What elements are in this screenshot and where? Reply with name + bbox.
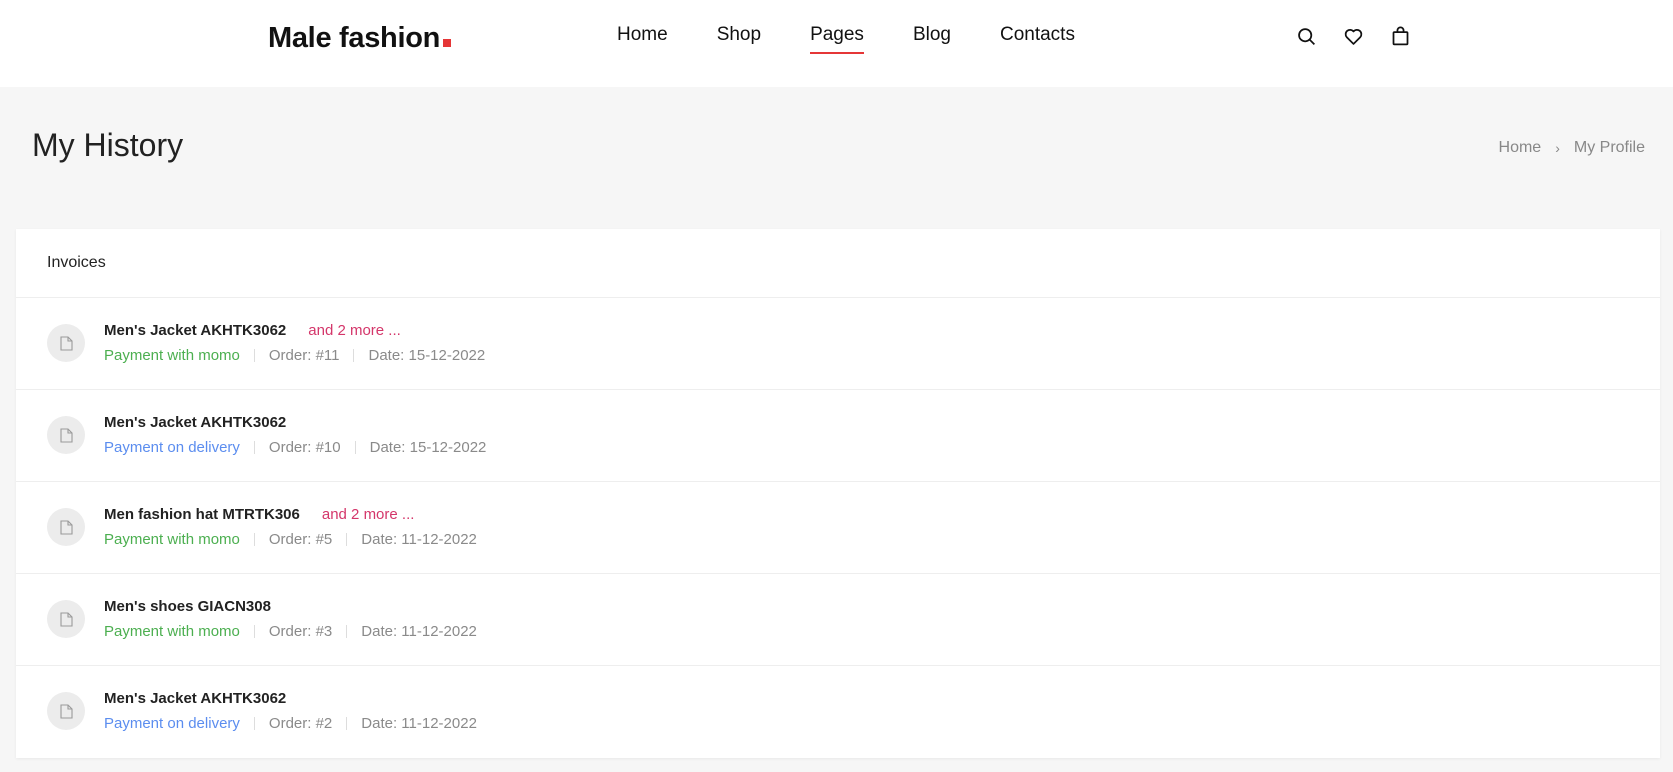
logo-dot (443, 39, 452, 47)
meta-divider (253, 441, 255, 454)
nav-contacts[interactable]: Contacts (1000, 24, 1075, 54)
nav-blog[interactable]: Blog (913, 24, 951, 54)
invoices-card: Invoices Men's Jacket AKHTK3062 and 2 mor… (16, 229, 1660, 758)
heart-icon[interactable] (1343, 26, 1364, 47)
invoice-title: Men's Jacket AKHTK3062 (104, 414, 286, 431)
breadcrumb-home[interactable]: Home (1499, 139, 1542, 157)
meta-divider (253, 717, 255, 730)
invoice-meta: Payment with momo Order: #5 Date: 11-12-… (104, 531, 477, 548)
invoice-meta: Payment on delivery Order: #10 Date: 15-… (104, 439, 486, 456)
invoice-order: Order: #2 (268, 715, 333, 732)
page-title: My History (32, 127, 184, 163)
invoice-date: Date: 11-12-2022 (361, 715, 477, 732)
invoice-meta: Payment with momo Order: #11 Date: 15-12… (104, 347, 485, 364)
invoice-date: Date: 11-12-2022 (361, 623, 477, 640)
invoice-row[interactable]: Men's Jacket AKHTK3062 Payment on delive… (16, 390, 1660, 482)
invoice-date: Date: 15-12-2022 (369, 439, 487, 456)
invoice-product: Men fashion hat MTRTK306 (104, 506, 300, 523)
file-icon (47, 508, 85, 546)
invoice-order: Order: #10 (268, 439, 341, 456)
invoice-row[interactable]: Men fashion hat MTRTK306 and 2 more ... P… (16, 482, 1660, 574)
invoice-order: Order: #3 (268, 623, 333, 640)
file-icon (47, 600, 85, 638)
header-icons (1296, 26, 1411, 47)
invoice-meta: Payment with momo Order: #3 Date: 11-12-… (104, 623, 477, 640)
chevron-right-icon: › (1555, 140, 1560, 156)
meta-divider (353, 349, 355, 362)
invoice-title: Men's Jacket AKHTK3062 (104, 690, 286, 707)
meta-divider (253, 533, 255, 546)
nav-shop[interactable]: Shop (717, 24, 761, 54)
site-logo[interactable]: Male fashion (268, 22, 452, 55)
invoice-product: Men's Jacket AKHTK3062 (104, 414, 287, 431)
invoice-more[interactable]: and 2 more ... (308, 322, 401, 339)
invoice-more[interactable]: and 2 more ... (322, 506, 415, 523)
invoice-product: Men's Jacket AKHTK3062 (104, 322, 287, 339)
file-icon (47, 324, 85, 362)
site-header: Male fashion Home Shop Pages Blog Contac… (0, 0, 1673, 87)
invoice-order: Order: #11 (268, 347, 340, 364)
invoices-heading: Invoices (47, 254, 106, 271)
invoice-title: Men fashion hat MTRTK306 and 2 more ... (104, 506, 414, 523)
invoice-date: Date: 11-12-2022 (361, 531, 477, 548)
meta-divider (354, 441, 356, 454)
invoice-row[interactable]: Men's shoes GIACN308 Payment with momo O… (16, 574, 1660, 666)
shopping-bag-icon[interactable] (1390, 26, 1411, 47)
invoice-product: Men's shoes GIACN308 (104, 598, 271, 615)
invoice-row[interactable]: Men's Jacket AKHTK3062 and 2 more ... Pay… (16, 298, 1660, 390)
meta-divider (346, 625, 348, 638)
invoices-header: Invoices (16, 229, 1660, 298)
invoice-row[interactable]: Men's Jacket AKHTK3062 Payment on delive… (16, 666, 1660, 758)
invoice-product: Men's Jacket AKHTK3062 (104, 690, 287, 707)
meta-divider (346, 717, 348, 730)
invoice-payment: Payment on delivery (104, 439, 240, 456)
meta-divider (253, 349, 255, 362)
breadcrumb: Home › My Profile (1499, 139, 1645, 157)
invoice-payment: Payment with momo (104, 531, 240, 548)
invoice-meta: Payment on delivery Order: #2 Date: 11-1… (104, 715, 477, 732)
invoice-date: Date: 15-12-2022 (368, 347, 486, 364)
invoice-payment: Payment with momo (104, 623, 240, 640)
invoice-payment: Payment on delivery (104, 715, 240, 732)
file-icon (47, 692, 85, 730)
main-nav: Home Shop Pages Blog Contacts (617, 24, 1124, 54)
invoice-order: Order: #5 (268, 531, 333, 548)
file-icon (47, 416, 85, 454)
search-icon[interactable] (1296, 26, 1317, 47)
meta-divider (346, 533, 348, 546)
nav-home[interactable]: Home (617, 24, 668, 54)
meta-divider (253, 625, 255, 638)
nav-pages[interactable]: Pages (810, 24, 864, 54)
breadcrumb-current: My Profile (1573, 139, 1645, 156)
invoice-title: Men's Jacket AKHTK3062 and 2 more ... (104, 322, 401, 339)
logo-text: Male fashion (268, 22, 441, 54)
invoice-title: Men's shoes GIACN308 (104, 598, 271, 615)
invoice-payment: Payment with momo (104, 347, 240, 364)
